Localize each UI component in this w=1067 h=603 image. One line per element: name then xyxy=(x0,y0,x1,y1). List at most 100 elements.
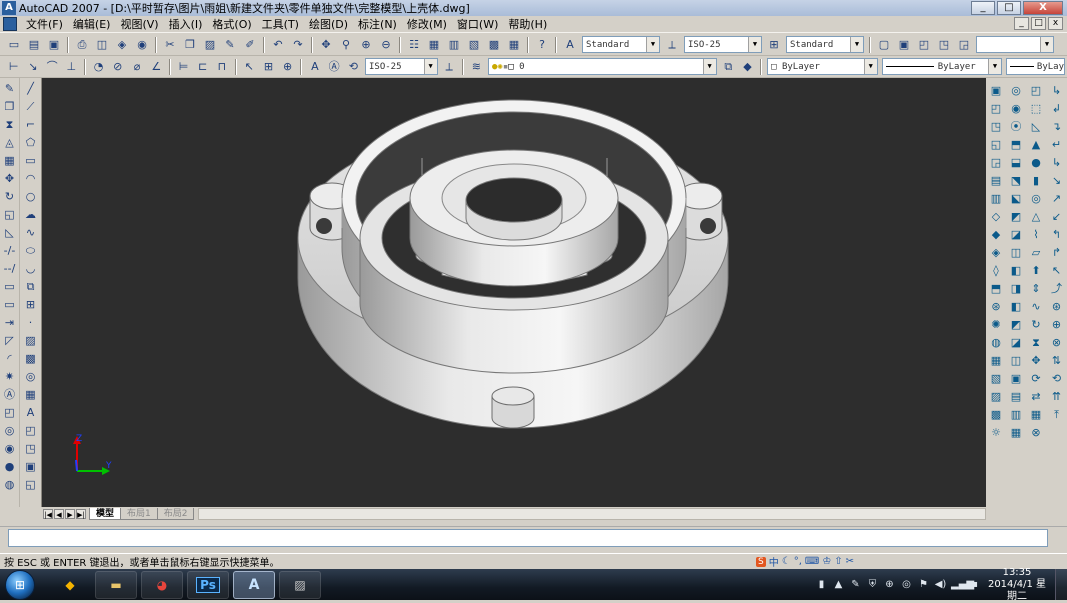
color-select[interactable]: □ ByLayer ▼ xyxy=(767,58,878,75)
erase-icon[interactable]: ✎ xyxy=(2,81,18,97)
show-desktop-button[interactable] xyxy=(1055,569,1067,600)
map-icon[interactable]: ▦ xyxy=(988,353,1004,369)
torus-icon[interactable]: ◎ xyxy=(1028,191,1044,207)
separate-solid-icon[interactable]: ◫ xyxy=(1008,353,1024,369)
chevron-down-icon[interactable]: ▼ xyxy=(702,59,716,74)
cylinder-icon[interactable]: ◉ xyxy=(2,441,18,457)
menu-help[interactable]: 帮助(H) xyxy=(503,16,552,32)
right-view-icon[interactable]: ◲ xyxy=(988,155,1004,171)
markup-icon[interactable]: ▩ xyxy=(486,37,502,53)
dim-edit-icon[interactable]: A xyxy=(307,59,322,75)
array-icon[interactable]: ▦ xyxy=(2,153,18,169)
render-icon[interactable]: ● xyxy=(2,459,18,475)
se-iso-icon[interactable]: ◆ xyxy=(988,227,1004,243)
move-icon[interactable]: ✥ xyxy=(2,171,18,187)
top-view-icon[interactable]: ◰ xyxy=(988,101,1004,117)
gradient-icon[interactable]: ▩ xyxy=(23,351,39,367)
orbit-icon[interactable]: ⊛ xyxy=(988,299,1004,315)
back-view-icon[interactable]: ▥ xyxy=(988,191,1004,207)
ucs-icon-btn[interactable]: ↳ xyxy=(1049,83,1065,99)
color-edges-icon[interactable]: ◧ xyxy=(1008,299,1024,315)
tab-layout2[interactable]: 布局2 xyxy=(156,508,195,520)
spline-icon[interactable]: ∿ xyxy=(23,225,39,241)
volume-icon[interactable]: ◀) xyxy=(934,579,947,590)
clean-icon[interactable]: ◪ xyxy=(1008,335,1024,351)
chevron-down-icon[interactable]: ▼ xyxy=(423,59,437,74)
delete-faces-icon[interactable]: ⬕ xyxy=(1008,191,1024,207)
leader-icon[interactable]: ↖ xyxy=(242,59,257,75)
break-icon[interactable]: ▭ xyxy=(2,297,18,313)
dimension-style-select[interactable]: ISO-25 ▼ xyxy=(684,36,762,53)
horizontal-scrollbar[interactable] xyxy=(198,508,986,520)
insert-block-icon[interactable]: ⧉ xyxy=(23,279,39,295)
pan-icon[interactable]: ✥ xyxy=(318,37,334,53)
windows-logo-icon[interactable]: ◆ xyxy=(49,571,91,599)
make-layer-current-icon[interactable]: ⧉ xyxy=(721,59,736,75)
redo-icon[interactable]: ↷ xyxy=(290,37,306,53)
center-mark-icon[interactable]: ⊕ xyxy=(280,59,295,75)
viewport-icon[interactable]: ▢ xyxy=(876,37,892,53)
intersect-icon[interactable]: ⦿ xyxy=(1008,119,1024,135)
linear-dim-icon[interactable]: ⊢ xyxy=(6,59,21,75)
show-hidden-icon[interactable]: ▲ xyxy=(832,579,845,590)
menu-modify[interactable]: 修改(M) xyxy=(402,16,452,32)
camera-icon[interactable]: ⬒ xyxy=(988,281,1004,297)
ellipse-icon[interactable]: ⬭ xyxy=(23,243,39,259)
linetype-select[interactable]: ByLayer ▼ xyxy=(881,58,1002,75)
autocad-app-icon[interactable]: A xyxy=(2,1,16,15)
extrude-icon[interactable]: ⬆ xyxy=(1028,263,1044,279)
paste-icon[interactable]: ▨ xyxy=(202,37,218,53)
mirror-icon[interactable]: ⧗ xyxy=(2,117,18,133)
viewport-clip-icon[interactable]: ◲ xyxy=(956,37,972,53)
viewport-single-icon[interactable]: ▣ xyxy=(896,37,912,53)
dimension-style-icon[interactable]: ⟂ xyxy=(664,37,680,53)
taper-faces-icon[interactable]: ◪ xyxy=(1008,227,1024,243)
loft-icon[interactable]: ⧗ xyxy=(1028,335,1044,351)
make-block-icon[interactable]: ⊞ xyxy=(23,297,39,313)
battery-icon[interactable]: ▮ xyxy=(815,579,828,590)
chevron-down-icon[interactable]: ▼ xyxy=(863,59,877,74)
menu-dimension[interactable]: 标注(N) xyxy=(353,16,402,32)
file-explorer-icon[interactable]: ▬ xyxy=(95,570,137,599)
chevron-down-icon[interactable]: ▼ xyxy=(850,37,863,52)
ucs-view-icon[interactable]: ↳ xyxy=(1049,155,1065,171)
sun-properties-icon[interactable]: ☼ xyxy=(988,425,1004,441)
settings-wrench-icon[interactable]: ✂ xyxy=(846,556,854,567)
fly-icon[interactable]: ⤒ xyxy=(1049,407,1065,423)
table-style-icon[interactable]: ⊞ xyxy=(766,37,782,53)
chevron-down-icon[interactable]: ▼ xyxy=(987,59,1001,74)
interfere-icon[interactable]: ⊗ xyxy=(1028,425,1044,441)
quickcalc-icon[interactable]: ▦ xyxy=(506,37,522,53)
ordinate-dim-icon[interactable]: ⊥ xyxy=(64,59,79,75)
help-icon[interactable]: ? xyxy=(534,37,550,53)
wedge-icon[interactable]: ◺ xyxy=(1028,119,1044,135)
action-center-icon[interactable]: ▪ xyxy=(968,579,981,590)
menu-draw[interactable]: 绘图(D) xyxy=(304,16,353,32)
clock[interactable]: 13:35 2014/4/1 星期二 xyxy=(985,567,1049,603)
print-icon[interactable]: ⎙ xyxy=(74,37,90,53)
shell-solid-icon[interactable]: ▣ xyxy=(1008,371,1024,387)
named-views-icon[interactable]: ▣ xyxy=(988,83,1004,99)
solid-edit-icon[interactable]: ◰ xyxy=(23,423,39,439)
arc-icon[interactable]: ◠ xyxy=(23,171,39,187)
offset-icon[interactable]: ◬ xyxy=(2,135,18,151)
rectangle-icon[interactable]: ▭ xyxy=(23,153,39,169)
extend-icon[interactable]: --/ xyxy=(2,261,18,277)
move-faces-icon[interactable]: ⬓ xyxy=(1008,155,1024,171)
aligned-dim-icon[interactable]: ↘ xyxy=(25,59,40,75)
dim-text-edit-icon[interactable]: Ⓐ xyxy=(327,59,342,75)
tolerance-icon[interactable]: ⊞ xyxy=(261,59,276,75)
multiline-text-icon[interactable]: A xyxy=(23,405,39,421)
properties-icon[interactable]: ☷ xyxy=(406,37,422,53)
apply-ucs-icon[interactable]: ⤴ xyxy=(1049,281,1065,297)
front-view-icon[interactable]: ▤ xyxy=(988,173,1004,189)
ucs-z-axis-icon[interactable]: ↗ xyxy=(1049,191,1065,207)
construction-line-icon[interactable]: ⟋ xyxy=(23,99,39,115)
render-small-icon[interactable]: ▩ xyxy=(988,407,1004,423)
hatch-icon[interactable]: ▨ xyxy=(23,333,39,349)
diameter-dim-icon[interactable]: ⌀ xyxy=(129,59,144,75)
menu-view[interactable]: 视图(V) xyxy=(115,16,163,32)
face-edit-icon[interactable]: ◳ xyxy=(23,441,39,457)
layer-previous-icon[interactable]: ◆ xyxy=(740,59,755,75)
ucs-world-icon[interactable]: ◰ xyxy=(1028,83,1044,99)
